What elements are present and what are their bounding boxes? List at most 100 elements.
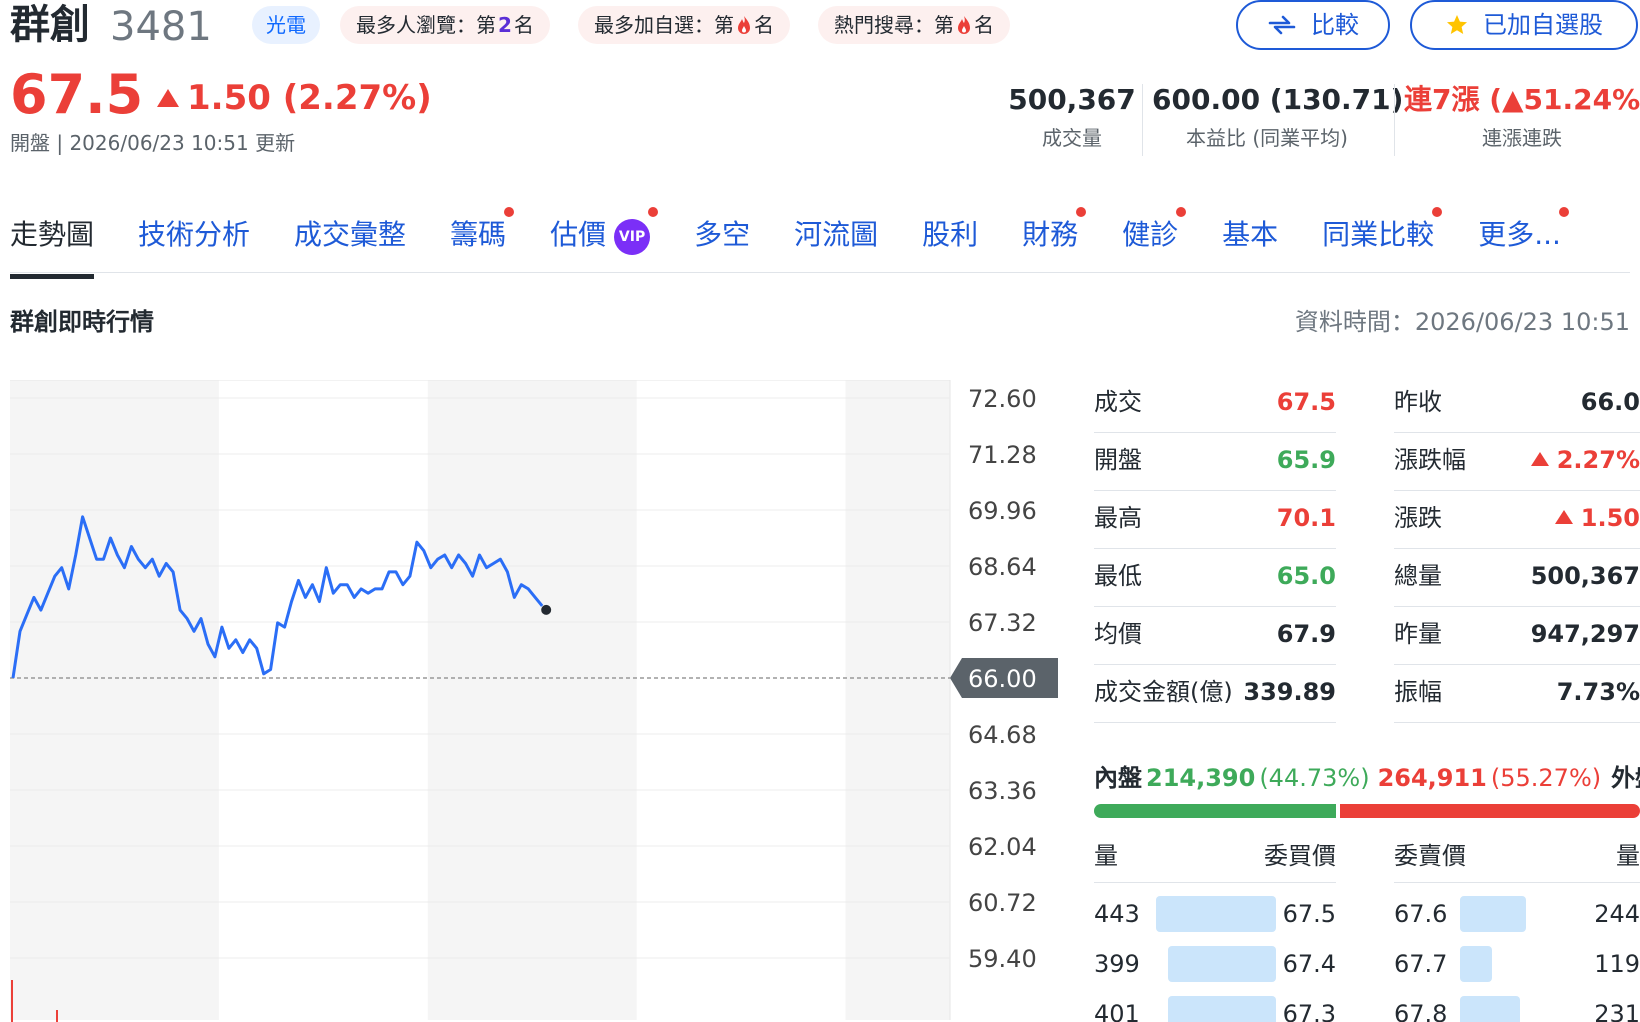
stat-value: 600.00 (130.71) — [1152, 83, 1404, 116]
quote-divider — [1094, 548, 1336, 549]
inner-ratio-bar — [1094, 804, 1336, 818]
tab-label: 更多... — [1478, 218, 1561, 251]
hour-band — [10, 380, 219, 1020]
notification-dot — [1076, 207, 1087, 217]
data-timestamp: 資料時間：2026/06/23 10:51 — [1294, 308, 1630, 336]
ask-quantity: 244 — [1594, 900, 1640, 928]
tab-chips[interactable]: 籌碼 — [450, 205, 515, 273]
tab-label: 財務 — [1022, 218, 1079, 251]
watchlist-button[interactable]: 已加自選股 — [1410, 0, 1638, 50]
orderbook-header-qty-bid: 量 — [1094, 842, 1118, 870]
price-change-value: 1.50 (2.27%) — [187, 78, 432, 118]
reference-price-label: 66.00 — [968, 665, 1037, 693]
flame-icon — [738, 16, 750, 34]
y-tick-label: 64.68 — [968, 721, 1037, 749]
ask-volume-bar — [1460, 996, 1520, 1022]
tab-financials[interactable]: 財務 — [1022, 205, 1087, 273]
rank-badge-watchlist[interactable]: 最多加自選：第名 — [578, 6, 790, 44]
ask-price[interactable]: 67.6 — [1394, 896, 1447, 932]
stat-label: 成交量 — [1042, 126, 1102, 150]
ask-volume-bar — [1460, 946, 1492, 982]
tab-label: 估價 — [550, 218, 607, 251]
rank-badge-search[interactable]: 熱門搜尋：第名 — [818, 6, 1010, 44]
quote-value: 67.9 — [1276, 620, 1336, 648]
tab-divider — [10, 272, 1630, 273]
notification-dot — [1176, 207, 1187, 217]
bid-price[interactable]: 67.4 — [1276, 946, 1336, 982]
stat-volume: 500,367 成交量 — [1004, 80, 1140, 156]
quote-value: 2.27% — [1490, 442, 1640, 478]
tab-basic[interactable]: 基本 — [1222, 205, 1278, 273]
quote-value: 947,297 — [1530, 620, 1640, 648]
tab-river[interactable]: 河流圖 — [794, 205, 878, 273]
quote-value: 339.89 — [1243, 678, 1336, 706]
tab-dividend[interactable]: 股利 — [922, 205, 978, 273]
bid-volume-bar — [1156, 896, 1276, 932]
up-arrow-icon — [1530, 452, 1549, 466]
quote-divider — [1394, 606, 1640, 607]
outer-value: 264,911 — [1377, 764, 1487, 792]
quote-label: 漲跌幅 — [1394, 446, 1466, 474]
sector-badge[interactable]: 光電 — [252, 6, 320, 44]
stat-label: 連漲連跌 — [1482, 126, 1562, 150]
tab-health[interactable]: 健診 — [1122, 205, 1187, 273]
stat-value: 500,367 — [1008, 83, 1136, 116]
rank-label: 熱門搜尋：第 — [834, 13, 954, 37]
compare-label: 比較 — [1311, 11, 1359, 39]
quote-divider — [1094, 722, 1336, 723]
up-arrow-icon — [1554, 510, 1573, 524]
stock-name: 群創 — [10, 2, 90, 48]
y-tick-label: 67.32 — [968, 609, 1037, 637]
quote-label: 昨量 — [1394, 620, 1442, 648]
tab-bull-bear[interactable]: 多空 — [694, 205, 750, 273]
bid-price[interactable]: 67.3 — [1276, 996, 1336, 1022]
intraday-chart[interactable]: 72.60 71.28 69.96 68.64 67.32 64.68 63.36 62.04… — [0, 380, 1060, 1022]
ask-quantity: 231 — [1594, 1000, 1640, 1022]
quote-value: 66.0 — [1580, 388, 1640, 416]
ask-price[interactable]: 67.7 — [1394, 946, 1447, 982]
notification-dot — [648, 207, 659, 217]
quote-value: 1.50 — [1490, 500, 1640, 536]
stat-value: 連7漲 (▲51.24%) — [1404, 83, 1640, 116]
notification-dot — [1558, 207, 1569, 217]
bid-price[interactable]: 67.5 — [1276, 896, 1336, 932]
price-change: 1.50 (2.27%) — [157, 76, 432, 120]
notification-dot — [1432, 207, 1443, 217]
tab-technical[interactable]: 技術分析 — [138, 205, 250, 273]
quote-divider — [1394, 722, 1640, 723]
last-price-dot — [541, 604, 552, 615]
compare-button[interactable]: 比較 — [1236, 0, 1390, 50]
y-tick-label: 62.04 — [968, 833, 1037, 861]
tab-trades[interactable]: 成交彙整 — [294, 205, 406, 273]
y-tick-label: 59.40 — [968, 945, 1037, 973]
quote-value: 70.1 — [1276, 504, 1336, 532]
ask-quantity: 119 — [1594, 950, 1640, 978]
tab-label: 股利 — [922, 218, 979, 251]
rank-label: 最多人瀏覽：第 — [356, 13, 496, 37]
ask-price[interactable]: 67.8 — [1394, 996, 1447, 1022]
tab-peer-compare[interactable]: 同業比較 — [1322, 205, 1443, 273]
quote-label: 振幅 — [1394, 678, 1442, 706]
rank-badge-views[interactable]: 最多人瀏覽：第 2 名 — [340, 6, 550, 44]
quote-divider — [1094, 490, 1336, 491]
quote-divider — [1094, 606, 1336, 607]
tab-bar: 走勢圖 技術分析 成交彙整 籌碼 估價 VIP 多空 河流圖 股利 財務 健診 基… — [10, 205, 1569, 279]
y-tick-label: 68.64 — [968, 553, 1037, 581]
tab-label: 多空 — [694, 218, 751, 251]
quote-label: 成交金額(億) — [1094, 678, 1233, 706]
watchlist-label: 已加自選股 — [1483, 11, 1603, 39]
rank-label: 最多加自選：第 — [594, 13, 734, 37]
tab-trend[interactable]: 走勢圖 — [10, 205, 95, 279]
market-status: 開盤 | 2026/06/23 10:51 更新 — [10, 131, 296, 155]
rank-suffix: 名 — [974, 13, 994, 37]
rank-suffix: 名 — [513, 13, 534, 37]
tab-valuation[interactable]: 估價 VIP — [550, 205, 659, 273]
inner-label: 內盤 — [1094, 764, 1142, 792]
orderbook-divider — [1394, 882, 1640, 883]
y-tick-label: 71.28 — [968, 441, 1037, 469]
quote-value: 67.5 — [1276, 388, 1336, 416]
tab-more[interactable]: 更多... — [1478, 205, 1569, 273]
hour-band — [427, 380, 637, 1020]
flame-icon — [958, 16, 970, 34]
quote-divider — [1094, 664, 1336, 665]
